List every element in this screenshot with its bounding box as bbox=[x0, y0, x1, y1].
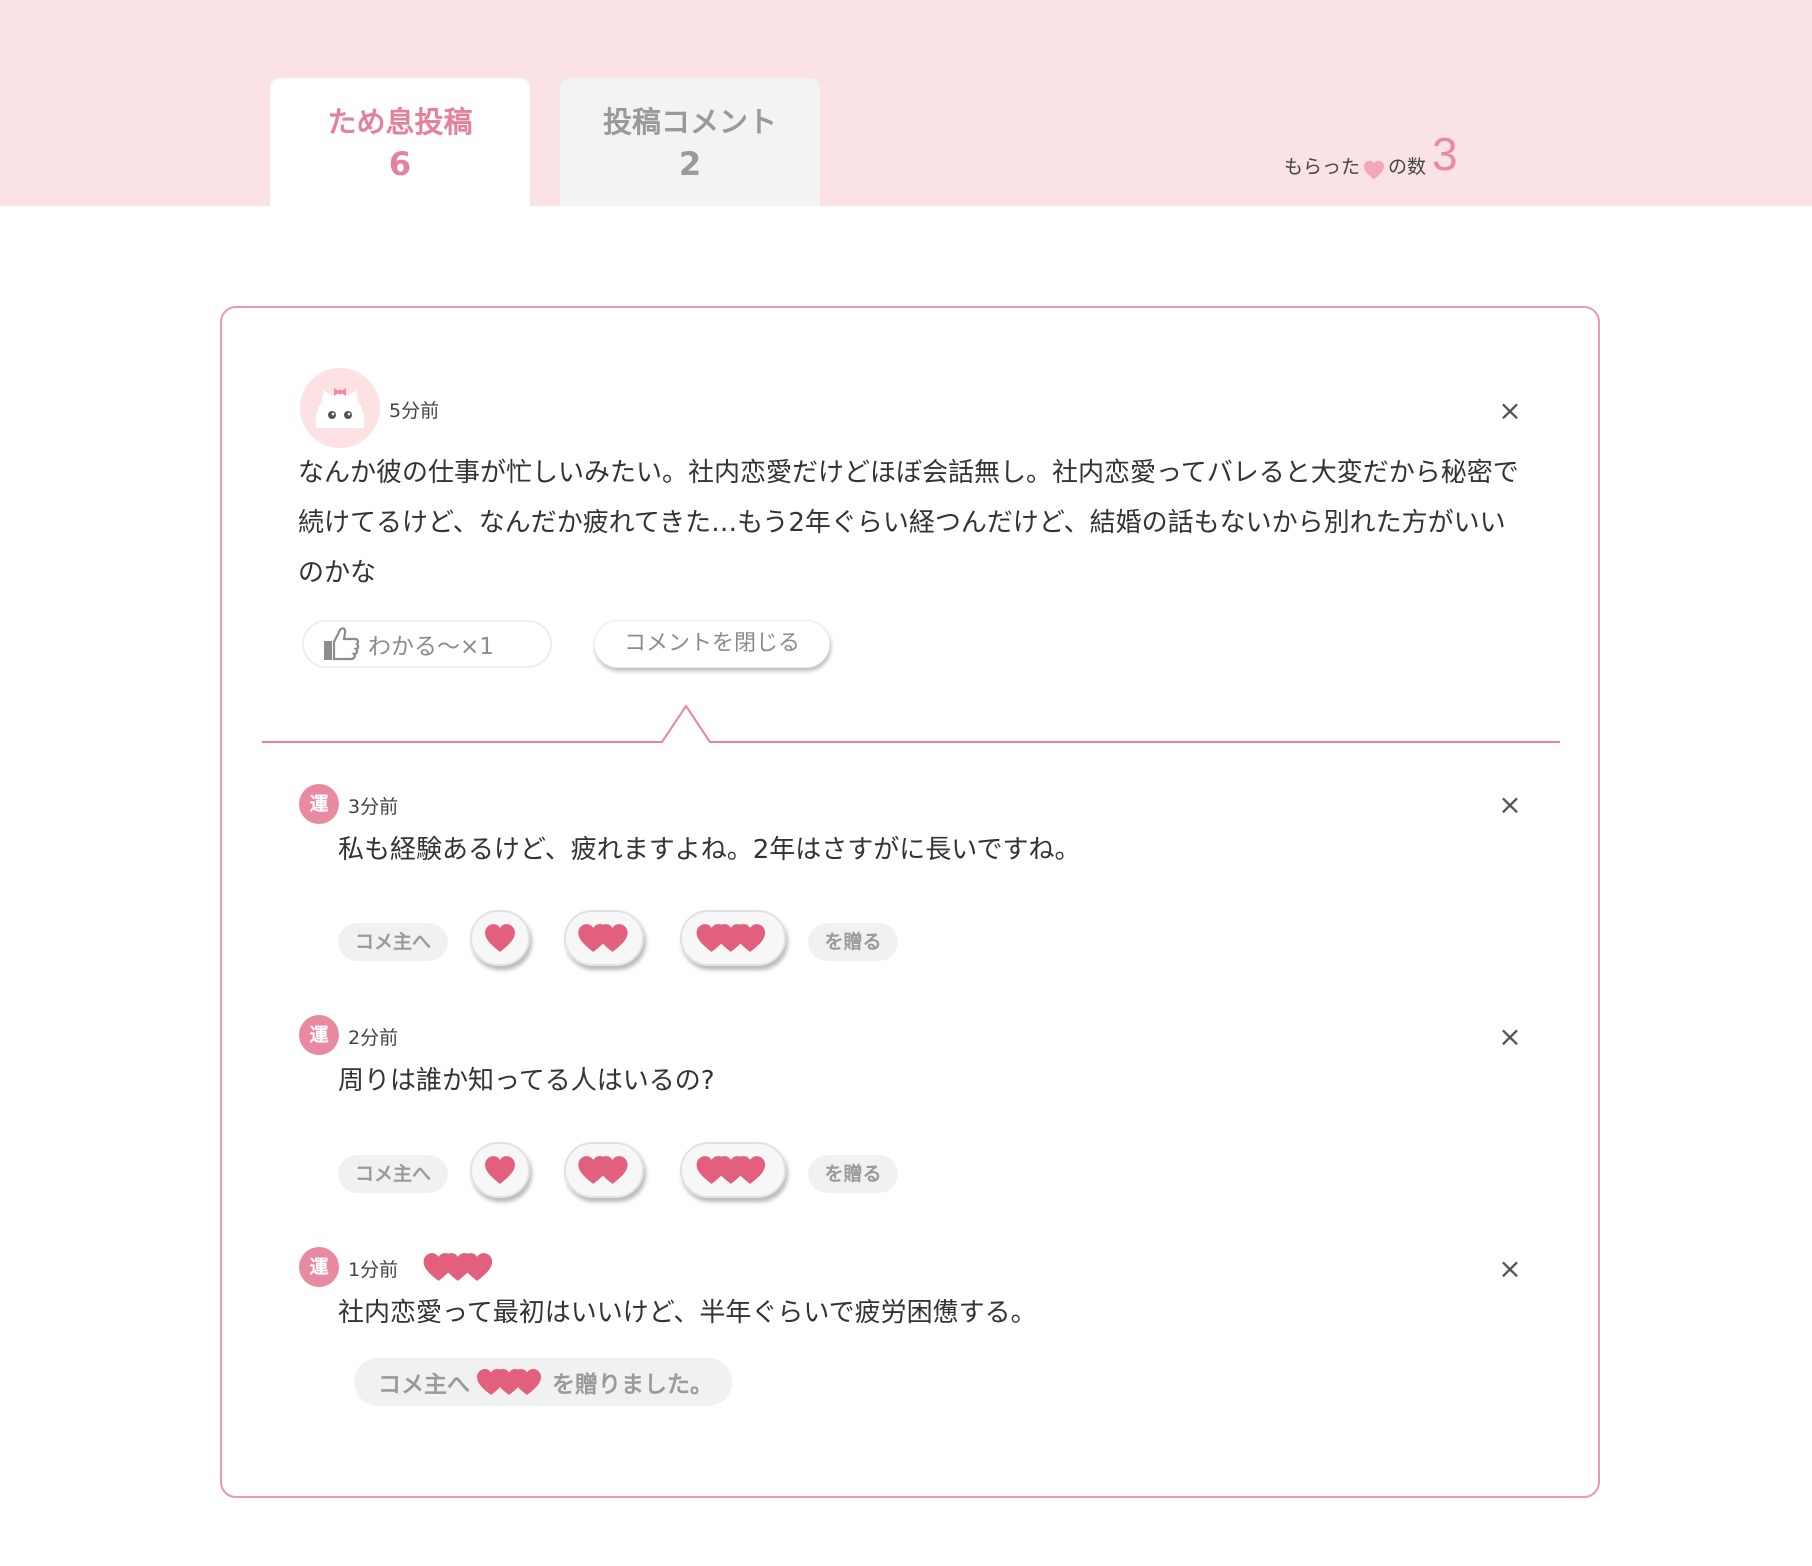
gift-row: コメ主へ を贈る bbox=[338, 1142, 898, 1202]
wakaru-button[interactable]: わかる〜×1 bbox=[302, 620, 552, 668]
gift-suffix-label: を贈る bbox=[808, 1155, 898, 1193]
tab-label: ため息投稿 bbox=[327, 105, 473, 139]
post-timestamp: 5分前 bbox=[389, 400, 440, 422]
tab-label: 投稿コメント bbox=[602, 105, 777, 139]
gift-1-heart-button[interactable] bbox=[470, 910, 530, 966]
heart-icon bbox=[578, 924, 628, 952]
gift-suffix-label: を贈る bbox=[808, 923, 898, 961]
heart-icon bbox=[485, 1156, 515, 1184]
close-icon[interactable]: × bbox=[1495, 790, 1525, 820]
gift-prefix-label: コメ主へ bbox=[338, 1155, 448, 1193]
gift-given-suffix: を贈りました。 bbox=[552, 1372, 713, 1398]
thumbs-up-icon bbox=[324, 627, 360, 661]
operator-badge: 運 bbox=[299, 1247, 339, 1287]
gift-3-hearts-button[interactable] bbox=[680, 1142, 786, 1198]
comment-body: 周りは誰か知ってる人はいるの? bbox=[338, 1066, 715, 1096]
cat-avatar-icon bbox=[300, 368, 380, 448]
hearts-summary-suffix: の数 bbox=[1388, 156, 1427, 178]
tab-count: 6 bbox=[388, 145, 412, 183]
gift-2-hearts-button[interactable] bbox=[564, 910, 644, 966]
comment-timestamp: 2分前 bbox=[348, 1027, 399, 1049]
close-icon[interactable]: × bbox=[1495, 1254, 1525, 1284]
gift-given-notice: コメ主へ を贈りました。 bbox=[354, 1358, 732, 1406]
comment-body: 私も経験あるけど、疲れますよね。2年はさすがに長いですね。 bbox=[338, 835, 1081, 865]
heart-icon bbox=[696, 924, 766, 952]
top-bar: ため息投稿 6 投稿コメント 2 もらった の数 3 bbox=[0, 0, 1812, 206]
received-hearts-summary: もらった の数 3 bbox=[1284, 128, 1458, 180]
gift-2-hearts-button[interactable] bbox=[564, 1142, 644, 1198]
gift-row: コメ主へ を贈る bbox=[338, 910, 898, 970]
gift-1-heart-button[interactable] bbox=[470, 1142, 530, 1198]
heart-icon bbox=[485, 924, 515, 952]
tab-count: 2 bbox=[678, 145, 702, 183]
gift-given-prefix: コメ主へ bbox=[378, 1372, 470, 1398]
comment-timestamp: 3分前 bbox=[348, 796, 399, 818]
comment-timestamp: 1分前 bbox=[348, 1259, 399, 1281]
comments-divider bbox=[262, 704, 1560, 743]
gift-prefix-label: コメ主へ bbox=[338, 923, 448, 961]
close-icon[interactable]: × bbox=[1495, 1022, 1525, 1052]
operator-badge: 運 bbox=[299, 784, 339, 824]
hearts-summary-prefix: もらった bbox=[1284, 156, 1361, 178]
hearts-summary-count: 3 bbox=[1432, 128, 1458, 180]
close-icon[interactable]: × bbox=[1495, 396, 1525, 426]
heart-icon bbox=[696, 1156, 766, 1184]
wakaru-label: わかる〜×1 bbox=[368, 634, 494, 660]
gift-3-hearts-button[interactable] bbox=[680, 910, 786, 966]
operator-badge: 運 bbox=[299, 1015, 339, 1055]
tab-sigh-posts[interactable]: ため息投稿 6 bbox=[270, 78, 530, 206]
tab-post-comments[interactable]: 投稿コメント 2 bbox=[560, 78, 820, 206]
comment-body: 社内恋愛って最初はいいけど、半年ぐらいで疲労困憊する。 bbox=[338, 1298, 1037, 1328]
heart-icon bbox=[477, 1369, 541, 1395]
received-hearts-icon bbox=[423, 1253, 493, 1281]
heart-icon bbox=[1364, 160, 1385, 180]
post-body: なんか彼の仕事が忙しいみたい。社内恋愛だけどほぼ会話無し。社内恋愛ってバレると大… bbox=[298, 458, 1519, 588]
heart-icon bbox=[578, 1156, 628, 1184]
close-comments-button[interactable]: コメントを閉じる bbox=[594, 620, 830, 668]
